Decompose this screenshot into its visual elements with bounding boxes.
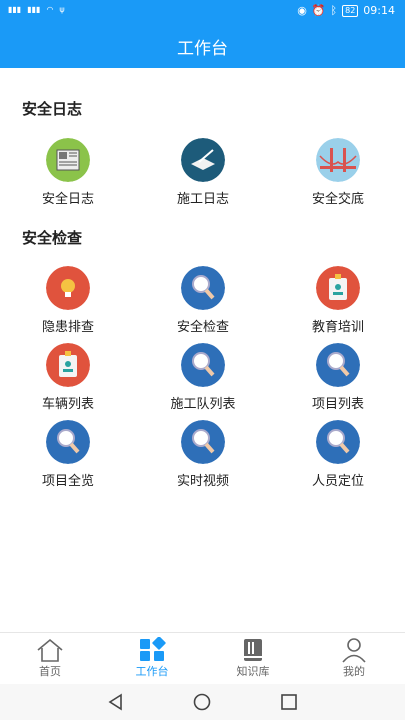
notebook-pen-icon [181,138,225,182]
grid-item-personnel-location[interactable]: 人员定位 [278,420,398,489]
grid-item-label: 安全检查 [176,320,229,335]
signal-indicators: ▮▮▮ ▮▮▮ ◠ ψ [8,5,65,14]
grid-item-realtime-video[interactable]: 实时视频 [143,420,263,489]
grid-item-safety-log[interactable]: 安全日志 [8,138,128,207]
grid-item-label: 隐患排查 [41,320,94,335]
lightbulb-icon [46,266,90,310]
recents-icon[interactable] [280,693,298,711]
back-icon[interactable] [107,693,125,711]
grid-item-label: 人员定位 [311,474,364,489]
tab-label: 知识库 [236,665,270,678]
grid-item-label: 项目列表 [311,397,364,412]
grid-item-label: 教育培训 [311,320,364,335]
grid-item-hazard-check[interactable]: 隐患排查 [8,266,128,335]
grid-item-label: 施工队列表 [170,397,236,412]
grid-icon [140,637,166,661]
newspaper-icon [46,138,90,182]
grid-item-label: 安全日志 [41,192,94,207]
bridge-icon [316,138,360,182]
magnifier-icon [316,343,360,387]
tab-mine[interactable]: 我的 [314,637,394,679]
grid-item-safety-briefing[interactable]: 安全交底 [278,138,398,207]
grid-item-education-training[interactable]: 教育培训 [278,266,398,335]
battery-level: 82 [342,4,359,17]
tab-label: 我的 [343,665,365,678]
badge-icon [46,343,90,387]
clock: 09:14 [363,4,395,17]
magnifier-icon [316,420,360,464]
magnifier-icon [46,420,90,464]
tab-knowledge[interactable]: 知识库 [213,637,293,679]
bottom-tab-bar: 首页 工作台 知识库 我的 [0,632,405,685]
magnifier-icon [181,266,225,310]
book-icon [244,639,262,661]
grid-item-label: 项目全览 [41,474,94,489]
tab-workbench[interactable]: 工作台 [112,637,192,679]
magnifier-icon [181,420,225,464]
eye-icon: ◉ [297,4,307,17]
grid-item-vehicle-list[interactable]: 车辆列表 [8,343,128,412]
home-circle-icon[interactable] [193,693,211,711]
tab-home[interactable]: 首页 [10,637,90,679]
home-icon [37,638,63,662]
system-nav-bar [0,684,405,720]
grid-item-safety-inspection[interactable]: 安全检查 [143,266,263,335]
grid-item-project-list[interactable]: 项目列表 [278,343,398,412]
signal-icon-2: ▮▮▮ [27,5,41,14]
badge-icon [316,266,360,310]
magnifier-icon [181,343,225,387]
grid-item-label: 安全交底 [311,192,364,207]
section-title-safety-check: 安全检查 [22,229,83,247]
app-bar: 工作台 [0,24,405,68]
section-title-safety-log: 安全日志 [22,100,83,118]
tab-label: 工作台 [135,665,169,678]
usb-icon: ψ [59,5,65,14]
grid-item-label: 实时视频 [176,474,229,489]
bluetooth-icon: ᛒ [330,4,338,17]
grid-item-construction-log[interactable]: 施工日志 [143,138,263,207]
wifi-icon: ◠ [46,5,54,14]
status-bar: ▮▮▮ ▮▮▮ ◠ ψ ◉ ⏰ ᛒ 82 09:14 [0,0,405,24]
user-icon [342,638,366,663]
grid-item-team-list[interactable]: 施工队列表 [143,343,263,412]
tab-label: 首页 [39,665,61,678]
signal-icon: ▮▮▮ [8,5,22,14]
page-title: 工作台 [177,38,228,59]
grid-item-label: 车辆列表 [41,397,94,412]
grid-item-label: 施工日志 [176,192,229,207]
grid-item-project-overview[interactable]: 项目全览 [8,420,128,489]
alarm-icon: ⏰ [311,4,326,17]
